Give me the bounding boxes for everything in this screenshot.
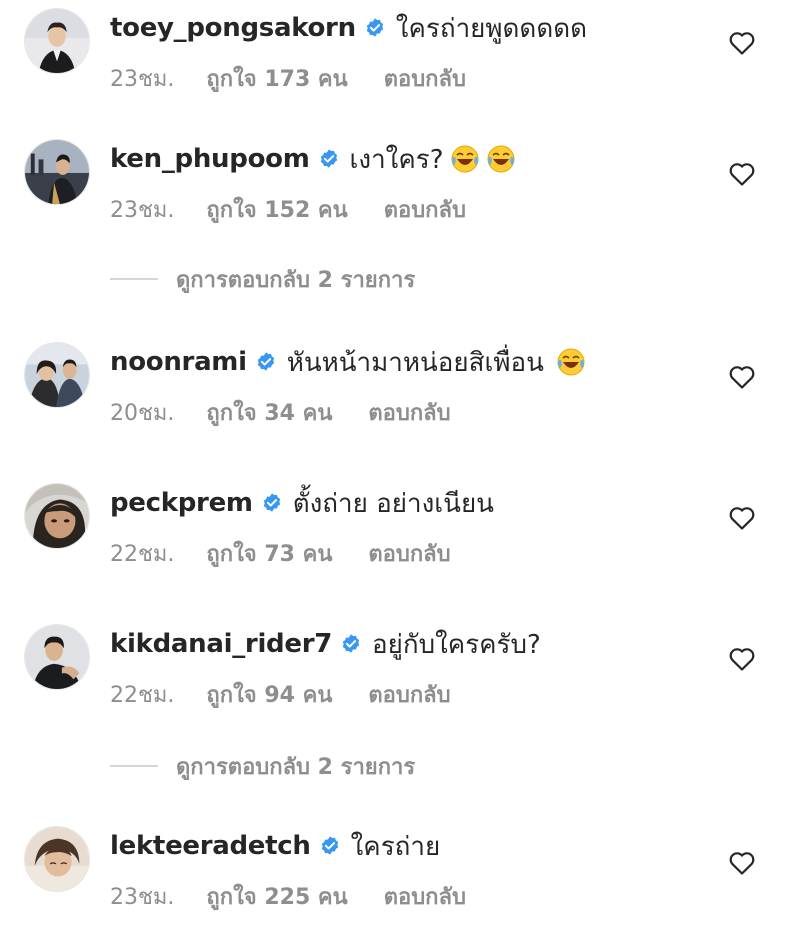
- heart-outline-icon[interactable]: [728, 30, 756, 56]
- view-replies-button[interactable]: ดูการตอบกลับ 2 รายการ: [110, 262, 415, 296]
- comment-text: ใครถ่ายพูดดดดด: [395, 13, 587, 44]
- avatar-photo: [25, 9, 89, 73]
- comment-time: 20ชม.: [110, 400, 175, 426]
- avatar-photo: [25, 343, 89, 407]
- avatar[interactable]: [24, 826, 90, 892]
- comment-time: 23ชม.: [110, 884, 175, 910]
- reply-button[interactable]: ตอบกลับ: [368, 395, 450, 430]
- reply-button[interactable]: ตอบกลับ: [384, 879, 466, 914]
- avatar[interactable]: [24, 483, 90, 549]
- comment-meta: 20ชม. ถูกใจ 34 คน ตอบกลับ: [110, 396, 451, 428]
- heart-outline-icon[interactable]: [728, 505, 756, 531]
- comment-text: ใครถ่าย: [350, 831, 441, 862]
- heart-outline-icon[interactable]: [728, 646, 756, 672]
- comment-item: kikdanai_rider7 อยู่กับใครครับ? 22ชม. ถู…: [0, 622, 800, 722]
- comment-meta: 23ชม. ถูกใจ 225 คน ตอบกลับ: [110, 880, 466, 912]
- avatar-photo: [25, 625, 89, 689]
- verified-badge-icon: [342, 634, 360, 653]
- verified-badge-icon: [320, 149, 337, 168]
- laughing-emoji-icon: [451, 145, 479, 173]
- comment-item: ken_phupoom เงาใคร? 23ชม. ถูกใจ 152 คน ต…: [0, 137, 800, 237]
- comment-item: peckprem ตั้งถ่าย อย่างเนียน 22ชม. ถูกใจ…: [0, 481, 800, 581]
- likes-count-link[interactable]: ถูกใจ 34 คน: [206, 395, 332, 430]
- comment-time: 22ชม.: [110, 682, 175, 708]
- comment-username[interactable]: toey_pongsakorn: [110, 13, 356, 43]
- verified-badge-icon: [321, 836, 338, 855]
- comment-item: noonrami หันหน้ามาหน่อยสิเพื่อน 20ชม. ถู…: [0, 340, 800, 440]
- heart-outline-icon[interactable]: [728, 161, 756, 187]
- avatar-photo: [25, 140, 89, 204]
- avatar-photo: [25, 827, 89, 891]
- comment-username[interactable]: lekteeradetch: [110, 831, 311, 861]
- replies-divider-line: [110, 278, 158, 280]
- comment-meta: 22ชม. ถูกใจ 73 คน ตอบกลับ: [110, 537, 451, 569]
- reply-button[interactable]: ตอบกลับ: [384, 61, 466, 96]
- view-replies-label: ดูการตอบกลับ 2 รายการ: [176, 754, 416, 780]
- laughing-emoji-icon: [557, 348, 585, 376]
- likes-count-link[interactable]: ถูกใจ 73 คน: [206, 536, 332, 571]
- comment-text: หันหน้ามาหน่อยสิเพื่อน: [286, 347, 544, 378]
- reply-button[interactable]: ตอบกลับ: [368, 536, 450, 571]
- heart-outline-icon[interactable]: [728, 364, 756, 390]
- avatar[interactable]: [24, 8, 90, 74]
- verified-badge-icon: [263, 493, 280, 512]
- view-replies-button[interactable]: ดูการตอบกลับ 2 รายการ: [110, 749, 415, 783]
- comment-text: เงาใคร?: [349, 144, 444, 175]
- comment-line: noonrami หันหน้ามาหน่อยสิเพื่อน: [110, 340, 586, 384]
- comment-time: 23ชม.: [110, 197, 175, 223]
- comment-username[interactable]: peckprem: [110, 488, 253, 518]
- verified-badge-icon: [257, 352, 274, 371]
- comment-meta: 23ชม. ถูกใจ 173 คน ตอบกลับ: [110, 62, 466, 94]
- comment-line: toey_pongsakorn ใครถ่ายพูดดดดด: [110, 6, 587, 50]
- comment-username[interactable]: noonrami: [110, 347, 247, 377]
- avatar[interactable]: [24, 342, 90, 408]
- comment-line: lekteeradetch ใครถ่าย: [110, 824, 440, 868]
- likes-count-link[interactable]: ถูกใจ 94 คน: [206, 677, 332, 712]
- likes-count-link[interactable]: ถูกใจ 225 คน: [206, 879, 347, 914]
- comment-username[interactable]: ken_phupoom: [110, 144, 310, 174]
- reply-button[interactable]: ตอบกลับ: [384, 192, 466, 227]
- comment-item: lekteeradetch ใครถ่าย 23ชม. ถูกใจ 225 คน…: [0, 824, 800, 924]
- likes-count-link[interactable]: ถูกใจ 173 คน: [206, 61, 347, 96]
- comment-time: 22ชม.: [110, 541, 175, 567]
- comment-meta: 22ชม. ถูกใจ 94 คน ตอบกลับ: [110, 678, 451, 710]
- heart-outline-icon[interactable]: [728, 850, 756, 876]
- comment-line: peckprem ตั้งถ่าย อย่างเนียน: [110, 481, 494, 525]
- comment-item: toey_pongsakorn ใครถ่ายพูดดดดด 23ชม. ถูก…: [0, 6, 800, 106]
- comment-line: ken_phupoom เงาใคร?: [110, 137, 516, 181]
- view-replies-label: ดูการตอบกลับ 2 รายการ: [176, 267, 416, 293]
- comment-line: kikdanai_rider7 อยู่กับใครครับ?: [110, 622, 541, 666]
- avatar[interactable]: [24, 139, 90, 205]
- comment-username[interactable]: kikdanai_rider7: [110, 629, 332, 659]
- comment-time: 23ชม.: [110, 66, 175, 92]
- comment-meta: 23ชม. ถูกใจ 152 คน ตอบกลับ: [110, 193, 466, 225]
- comment-text: อยู่กับใครครับ?: [372, 629, 541, 660]
- avatar-photo: [25, 484, 89, 548]
- replies-divider-line: [110, 765, 158, 767]
- reply-button[interactable]: ตอบกลับ: [368, 677, 450, 712]
- avatar[interactable]: [24, 624, 90, 690]
- likes-count-link[interactable]: ถูกใจ 152 คน: [206, 192, 347, 227]
- comment-text: ตั้งถ่าย อย่างเนียน: [292, 488, 494, 519]
- verified-badge-icon: [366, 18, 383, 37]
- laughing-emoji-icon: [487, 145, 515, 173]
